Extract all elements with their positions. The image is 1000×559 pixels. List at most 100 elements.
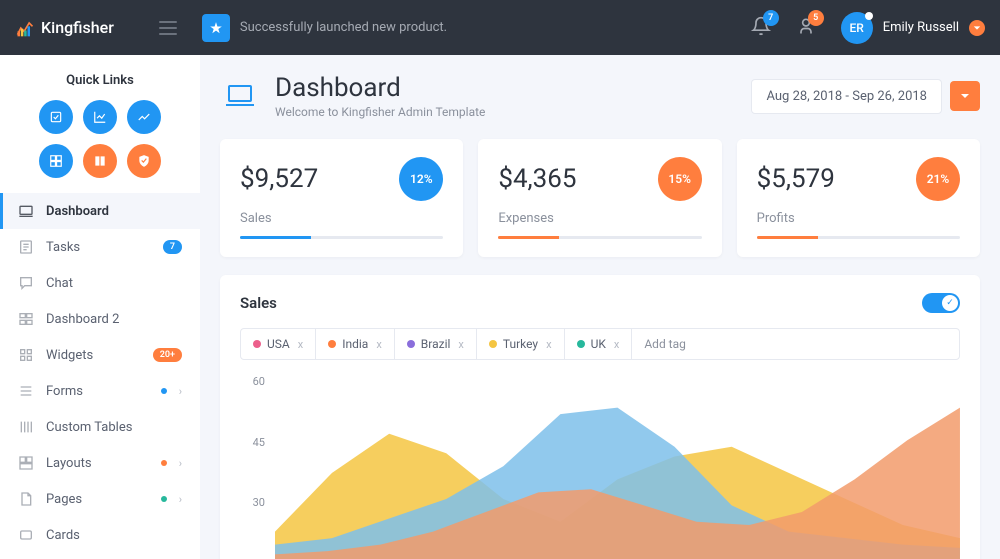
chevron-right-icon: › [179, 457, 182, 470]
users-badge: 5 [808, 10, 824, 26]
nav-icon [18, 239, 34, 255]
date-range-expand-button[interactable] [950, 81, 980, 111]
sidebar-nav: Dashboard Tasks 7 Chat Dashboard 2Widgets20+… [0, 193, 200, 553]
nav-badge: 7 [163, 240, 182, 254]
area-chart-svg [275, 375, 960, 559]
tag-remove-icon[interactable]: x [376, 338, 381, 351]
brand-logo[interactable]: Kingfisher [15, 18, 114, 38]
chevron-right-icon: › [179, 493, 182, 506]
nav-icon [18, 383, 34, 399]
chart-tags: USAxIndiaxBrazilxTurkeyxUKxAdd tag [240, 328, 960, 360]
nav-label: Widgets [46, 348, 141, 363]
nav-label: Tasks [46, 240, 151, 255]
nav-label: Chat [46, 276, 182, 291]
notification-badge: 7 [763, 10, 779, 26]
tag-label: USA [267, 337, 290, 351]
sidebar-item-layouts[interactable]: Layouts › [0, 445, 200, 481]
sidebar-item-chat[interactable]: Chat [0, 265, 200, 301]
quick-link-chart[interactable] [83, 100, 117, 134]
menu-toggle-button[interactable] [159, 21, 177, 35]
nav-icon [18, 527, 34, 543]
book-icon [93, 154, 107, 168]
tag-turkey[interactable]: Turkeyx [477, 329, 565, 359]
nav-icon [18, 311, 34, 327]
tag-label: India [342, 337, 368, 351]
laptop-icon [220, 80, 260, 112]
date-range-picker[interactable]: Aug 28, 2018 - Sep 26, 2018 [751, 79, 942, 114]
tag-uk[interactable]: UKx [565, 329, 633, 359]
check-icon [49, 110, 63, 124]
quick-link-book[interactable] [83, 144, 117, 178]
sales-chart-card: Sales USAxIndiaxBrazilxTurkeyxUKxAdd tag… [220, 275, 980, 559]
chart-y-axis: 60453015 [240, 375, 265, 559]
nav-label: Dashboard [46, 204, 182, 219]
sidebar-item-forms[interactable]: Forms › [0, 373, 200, 409]
users-button[interactable]: 5 [796, 16, 816, 40]
chart-icon [93, 110, 107, 124]
tag-india[interactable]: Indiax [316, 329, 395, 359]
sidebar-item-dashboard-2[interactable]: Dashboard 2 [0, 301, 200, 337]
sidebar-item-cards[interactable]: Cards [0, 517, 200, 553]
quick-link-grid[interactable] [39, 144, 73, 178]
tag-brazil[interactable]: Brazilx [395, 329, 477, 359]
stats-row: $9,527 12% Sales $4,365 15% Expenses $5,… [220, 139, 980, 257]
nav-dot [161, 496, 167, 502]
brand-name: Kingfisher [41, 18, 114, 37]
tag-remove-icon[interactable]: x [458, 338, 463, 351]
main-content: Dashboard Welcome to Kingfisher Admin Te… [200, 55, 1000, 559]
chart-toggle[interactable] [922, 293, 960, 313]
chart-title: Sales [240, 294, 277, 312]
quick-link-check[interactable] [39, 100, 73, 134]
stat-label: Expenses [498, 211, 701, 226]
quick-link-shield[interactable] [127, 144, 161, 178]
sidebar-item-tasks[interactable]: Tasks 7 [0, 229, 200, 265]
sidebar-item-custom-tables[interactable]: Custom Tables [0, 409, 200, 445]
stat-progress [498, 236, 701, 239]
tag-color-dot [577, 340, 585, 348]
nav-label: Cards [46, 528, 182, 543]
tag-remove-icon[interactable]: x [298, 338, 303, 351]
tag-color-dot [407, 340, 415, 348]
tag-remove-icon[interactable]: x [546, 338, 551, 351]
chevron-right-icon: › [179, 385, 182, 398]
sidebar: Quick Links DashboardTasks7ChatDashboard… [0, 55, 200, 559]
nav-label: Custom Tables [46, 420, 182, 435]
nav-dot [161, 388, 167, 394]
nav-dot [161, 460, 167, 466]
stat-percent: 15% [658, 157, 702, 201]
sidebar-item-pages[interactable]: Pages › [0, 481, 200, 517]
quick-links [0, 100, 200, 193]
nav-icon [18, 347, 34, 363]
notifications-button[interactable]: 7 [751, 16, 771, 40]
nav-icon [18, 491, 34, 507]
announcement-text: Successfully launched new product. [240, 20, 447, 35]
nav-label: Layouts [46, 456, 149, 471]
sidebar-item-widgets[interactable]: Widgets20+ [0, 337, 200, 373]
y-tick: 60 [240, 375, 265, 388]
tag-usa[interactable]: USA x [241, 329, 316, 359]
y-tick: 30 [240, 496, 265, 509]
tag-color-dot [328, 340, 336, 348]
user-menu[interactable]: ER Emily Russell [841, 12, 985, 44]
tag-label: Brazil [421, 337, 451, 351]
stat-value: $5,579 [757, 164, 835, 194]
quick-links-title: Quick Links [0, 55, 200, 100]
stat-label: Profits [757, 211, 960, 226]
stat-percent: 12% [399, 157, 443, 201]
y-tick: 45 [240, 436, 265, 449]
chevron-down-icon [969, 20, 985, 36]
nav-label: Forms [46, 384, 149, 399]
shield-icon [137, 154, 151, 168]
app-header: Kingfisher Successfully launched new pro… [0, 0, 1000, 55]
nav-icon [18, 275, 34, 291]
page-title: Dashboard [275, 73, 485, 103]
nav-label: Pages [46, 492, 149, 507]
nav-icon [18, 419, 34, 435]
tag-remove-icon[interactable]: x [614, 338, 619, 351]
tag-label: Turkey [503, 337, 538, 351]
add-tag-input[interactable]: Add tag [632, 329, 959, 359]
announcement-bar: Successfully launched new product. [202, 14, 447, 42]
quick-link-trend[interactable] [127, 100, 161, 134]
star-icon [202, 14, 230, 42]
sidebar-item-dashboard[interactable]: Dashboard [0, 193, 200, 229]
